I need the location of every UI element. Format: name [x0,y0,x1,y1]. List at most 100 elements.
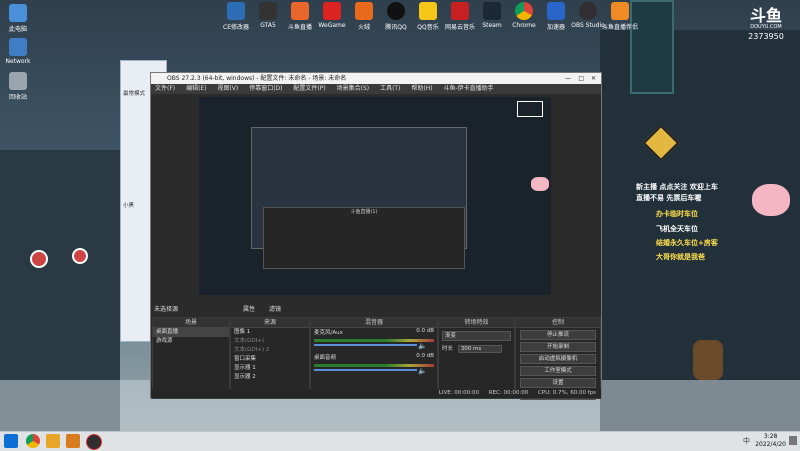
douyu-logo-sub: DOUYU.COM [750,24,782,30]
inner-window-title: 斗鱼直播(1) [350,209,378,215]
app-icon [419,2,437,20]
scene-item[interactable]: 游戏源 [153,337,229,346]
overlay-item: 飞机全天车位 [656,225,698,233]
duration-input[interactable]: 300 ms [457,345,502,353]
source-item[interactable]: 文本(GDI+) [231,337,309,346]
app-icon[interactable] [46,434,60,448]
menu-view[interactable]: 视图(V) [217,85,238,92]
transition-type-select[interactable]: 渐变 [442,331,511,341]
preview-douyu-logo [517,101,543,117]
desktop-icon[interactable]: 斗鱼直播伴侣 [602,2,638,31]
desktop-icon[interactable]: 加速器 [538,2,574,31]
desktop-icon[interactable]: WeGame [314,2,350,29]
desktop-icon[interactable]: QQ音乐 [410,2,446,31]
scene-item[interactable]: 桌面直播 [153,328,229,337]
app-icon [227,2,245,20]
volume-meter [314,339,434,342]
preview-toolbar: 未选择源 属性 滤镜 [151,305,601,315]
room-id: 2373950 [748,32,784,41]
obs-titlebar[interactable]: OBS 27.2.3 (64-bit, windows) - 配置文件: 未命名… [151,73,601,84]
desktop-icon[interactable]: Steam [474,2,510,29]
source-item[interactable]: 显示器 2 [231,373,309,382]
desktop-icon-label: WeGame [318,22,346,29]
app-icon [355,2,373,20]
menu-docks[interactable]: 停靠窗口(D) [249,85,282,92]
desktop-icon-network[interactable]: Network [0,38,36,65]
source-item[interactable]: 文本(GDI+) 2 [231,346,309,355]
desktop-icon-recycle-bin[interactable]: 回收站 [0,72,36,101]
clock[interactable]: 3:28 2022/4/20 [755,433,786,449]
speaker-icon[interactable]: 🔈 [418,342,427,350]
desktop-icon-label: 回收站 [8,94,27,101]
desktop-icon-label: 加速器 [546,24,565,31]
minimize-icon[interactable]: — [565,73,571,84]
desktop-icon[interactable]: 火绒 [346,2,382,31]
menu-tools[interactable]: 工具(T) [380,85,400,92]
mixer-dock: 混音器 麦克风/Aux 0.0 dB 🔈 桌面音频 0.0 dB 🔈 [310,317,438,399]
source-item[interactable]: 窗口采集 [231,355,309,364]
desktop-icon-label: Steam [482,22,502,29]
douyu-logo: 斗鱼 DOUYU.COM 2373950 [740,6,792,42]
stop-streaming-button[interactable]: 停止推流 [520,330,596,340]
desktop-icon[interactable]: CE修改器 [218,2,254,31]
desktop-icon-label: GTA5 [260,22,276,29]
obs-title: OBS 27.2.3 (64-bit, windows) - 配置文件: 未命名… [167,75,347,82]
obs-preview[interactable]: 斗鱼直播(1) [199,97,551,295]
menu-profile[interactable]: 配置文件(P) [293,85,325,92]
source-item[interactable]: 显示器 1 [231,364,309,373]
duration-label: 时长 [442,346,454,352]
overlay-item: 大哥你就是我爸 [656,253,705,261]
mixer-channel: 麦克风/Aux 0.0 dB 🔈 [311,328,437,350]
douyu-logo-text: 斗鱼 [749,6,782,25]
menu-file[interactable]: 文件(F) [155,85,175,92]
menu-scene-collection[interactable]: 场景集合(S) [337,85,370,92]
menu-help[interactable]: 帮助(H) [411,85,432,92]
notification-icon[interactable] [789,436,797,445]
desktop-icon-label: QQ音乐 [417,24,439,31]
speaker-icon[interactable]: 🔈 [418,367,427,375]
recycle-bin-icon [9,72,27,90]
input-language[interactable]: 中 [743,437,750,445]
windows-start-icon[interactable] [4,434,18,448]
desktop-icon-label: 腾讯QQ [385,24,407,31]
preview-pig-image [531,177,549,191]
maximize-icon[interactable]: □ [578,73,584,84]
overlay-item: 办卡临时车位 [656,210,698,218]
preview-nested-window: 斗鱼直播(1) [263,207,465,269]
source-item[interactable]: 图像 1 [231,328,309,337]
menu-edit[interactable]: 编辑(E) [186,85,206,92]
volume-slider[interactable] [314,369,417,371]
system-tray: 中 [743,436,750,446]
desktop-icon[interactable]: 网易云音乐 [442,2,478,31]
studio-mode-button[interactable]: 工作室模式 [520,366,596,376]
app-icon [451,2,469,20]
chrome-icon[interactable] [26,434,40,448]
desktop-icon[interactable]: 斗鱼直播 [282,2,318,31]
wallpaper-dog [693,340,723,380]
desktop-icon-label: OBS Studio [571,22,605,29]
desktop-icon[interactable]: Chrome [506,2,542,29]
close-icon[interactable]: ✕ [591,73,596,84]
start-virtual-camera-button[interactable]: 启动虚拟摄像机 [520,354,596,364]
desktop-icon-label: 网易云音乐 [444,24,475,31]
controls-dock-title: 控制 [516,318,600,328]
live-status: LIVE: 00:00:00 [438,390,479,396]
desktop-icon[interactable]: GTA5 [250,2,286,29]
app-icon[interactable] [66,434,80,448]
welcome-line-2: 直播不易 先票后车喔 [636,194,702,202]
start-recording-button[interactable]: 开始录制 [520,342,596,352]
properties-button[interactable]: 属性 [243,305,255,315]
desktop-icon[interactable]: OBS Studio [570,2,606,29]
computer-icon [9,4,27,22]
duration-row: 时长 300 ms [442,344,511,353]
filters-button[interactable]: 滤镜 [269,305,281,315]
desktop-icon[interactable]: 腾讯QQ [378,2,414,31]
desktop-icon-label: Chrome [512,22,536,29]
desktop-icon-this-pc[interactable]: 此电脑 [0,4,36,33]
settings-button[interactable]: 设置 [520,378,596,388]
pig-mascot-image [752,184,790,216]
menu-douyu-plugin[interactable]: 斗鱼-伊卡直播助手 [443,85,493,92]
obs-icon[interactable] [86,434,102,450]
obs-window[interactable]: OBS 27.2.3 (64-bit, windows) - 配置文件: 未命名… [150,72,602,400]
volume-slider[interactable] [314,344,417,346]
